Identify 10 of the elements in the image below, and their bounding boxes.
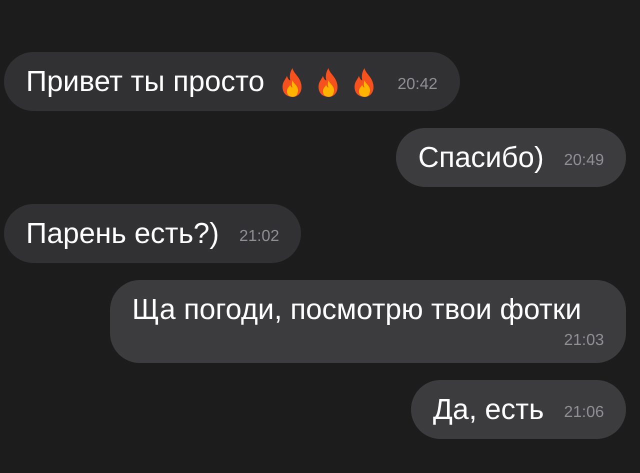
message-text: Парень есть?) <box>26 218 220 250</box>
message-text: Спасибо) <box>418 142 544 174</box>
message-time: 21:02 <box>238 228 280 246</box>
message-time: 20:42 <box>396 76 438 94</box>
message-time: 21:03 <box>562 332 604 350</box>
message-text: Да, есть <box>433 394 544 426</box>
message-time: 20:49 <box>562 152 604 170</box>
message-text: Ща погоди, посмотрю твои фотки <box>132 294 582 326</box>
message-text: Привет ты просто <box>26 66 264 98</box>
message-time: 21:06 <box>562 404 604 422</box>
